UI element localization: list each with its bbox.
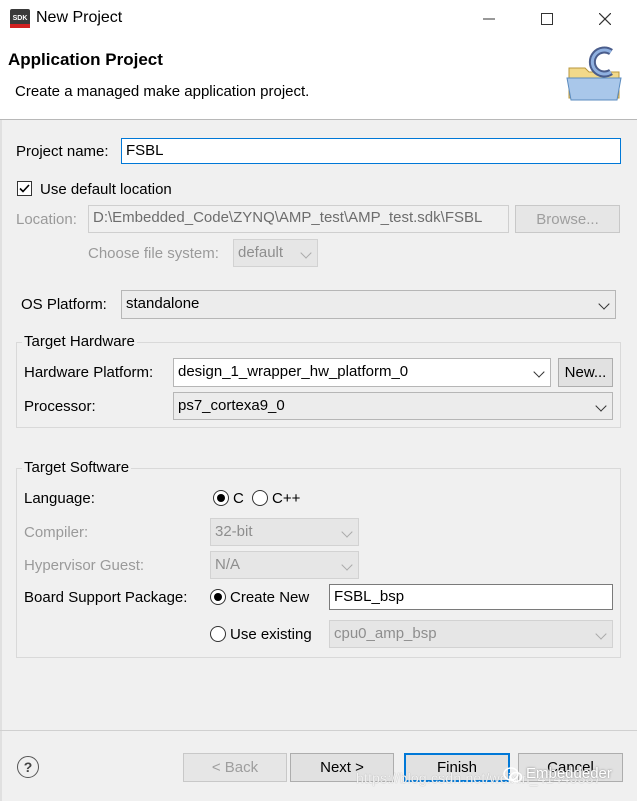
- close-button[interactable]: [576, 0, 634, 38]
- bsp-create-new-label: Create New: [230, 589, 310, 606]
- help-icon[interactable]: ?: [17, 756, 39, 778]
- new-hardware-platform-button[interactable]: New...: [558, 358, 613, 387]
- location-label: Location:: [16, 211, 77, 228]
- browse-button[interactable]: Browse...: [515, 205, 620, 233]
- chevron-down-icon: [595, 400, 607, 412]
- app-icon-text: SDK: [12, 15, 28, 22]
- bsp-use-existing-radio[interactable]: [210, 626, 226, 642]
- language-cpp-radio[interactable]: [252, 490, 268, 506]
- hypervisor-guest-label: Hypervisor Guest:: [24, 557, 145, 574]
- help-icon-glyph: ?: [23, 759, 33, 775]
- language-c-radio[interactable]: [213, 490, 229, 506]
- file-system-value: default: [238, 244, 284, 261]
- compiler-value: 32-bit: [215, 523, 253, 540]
- chevron-down-icon: [598, 298, 610, 310]
- language-cpp-label: C++: [272, 490, 301, 507]
- bsp-name-input[interactable]: FSBL_bsp: [329, 584, 613, 610]
- use-default-location-label: Use default location: [40, 181, 172, 198]
- bsp-existing-value: cpu0_amp_bsp: [334, 625, 437, 642]
- minimize-icon: [483, 18, 495, 20]
- os-platform-label: OS Platform:: [21, 296, 107, 313]
- processor-label: Processor:: [24, 398, 96, 415]
- hardware-platform-value: design_1_wrapper_hw_platform_0: [178, 363, 409, 380]
- os-platform-value: standalone: [126, 295, 200, 312]
- frame-edge: [0, 120, 2, 801]
- os-platform-select[interactable]: standalone: [121, 290, 616, 319]
- page-title: Application Project: [8, 50, 163, 69]
- chevron-down-icon: [341, 559, 353, 571]
- hardware-platform-label: Hardware Platform:: [24, 364, 154, 381]
- watermark-brand: Embeddeder: [526, 765, 612, 782]
- bsp-create-new-radio[interactable]: [210, 589, 226, 605]
- wechat-icon: [503, 766, 523, 788]
- project-name-input[interactable]: FSBL: [121, 138, 621, 164]
- processor-value: ps7_cortexa9_0: [178, 397, 285, 414]
- back-button[interactable]: < Back: [183, 753, 287, 782]
- folder-c-project-icon: [561, 44, 631, 104]
- hypervisor-guest-value: N/A: [215, 556, 241, 573]
- hardware-platform-select[interactable]: design_1_wrapper_hw_platform_0: [173, 358, 551, 387]
- hypervisor-guest-select[interactable]: N/A: [210, 551, 359, 579]
- checkmark-icon: [19, 184, 30, 193]
- sdk-app-icon: SDK: [10, 9, 30, 28]
- compiler-select[interactable]: 32-bit: [210, 518, 359, 546]
- file-system-label: Choose file system:: [88, 245, 219, 262]
- maximize-icon: [541, 13, 553, 25]
- processor-select[interactable]: ps7_cortexa9_0: [173, 392, 613, 420]
- language-c-label: C: [233, 490, 244, 507]
- use-default-location-checkbox[interactable]: [17, 181, 32, 196]
- chevron-down-icon: [341, 526, 353, 538]
- window-title: New Project: [36, 9, 123, 26]
- chevron-down-icon: [300, 247, 312, 259]
- target-hardware-title: Target Hardware: [22, 333, 137, 350]
- language-label: Language:: [24, 490, 95, 507]
- project-name-label: Project name:: [16, 143, 109, 160]
- chevron-down-icon: [595, 628, 607, 640]
- chevron-down-icon: [533, 366, 545, 378]
- file-system-select[interactable]: default: [233, 239, 318, 267]
- location-input[interactable]: D:\Embedded_Code\ZYNQ\AMP_test\AMP_test.…: [88, 205, 509, 233]
- bsp-label: Board Support Package:: [24, 589, 188, 606]
- maximize-button[interactable]: [518, 0, 576, 38]
- page-description: Create a managed make application projec…: [15, 83, 310, 100]
- close-icon: [599, 13, 611, 25]
- bsp-use-existing-label: Use existing: [230, 626, 312, 643]
- bsp-existing-select[interactable]: cpu0_amp_bsp: [329, 620, 613, 648]
- minimize-button[interactable]: [460, 0, 518, 38]
- footer-divider: [0, 730, 637, 731]
- target-software-title: Target Software: [22, 459, 132, 476]
- compiler-label: Compiler:: [24, 524, 89, 541]
